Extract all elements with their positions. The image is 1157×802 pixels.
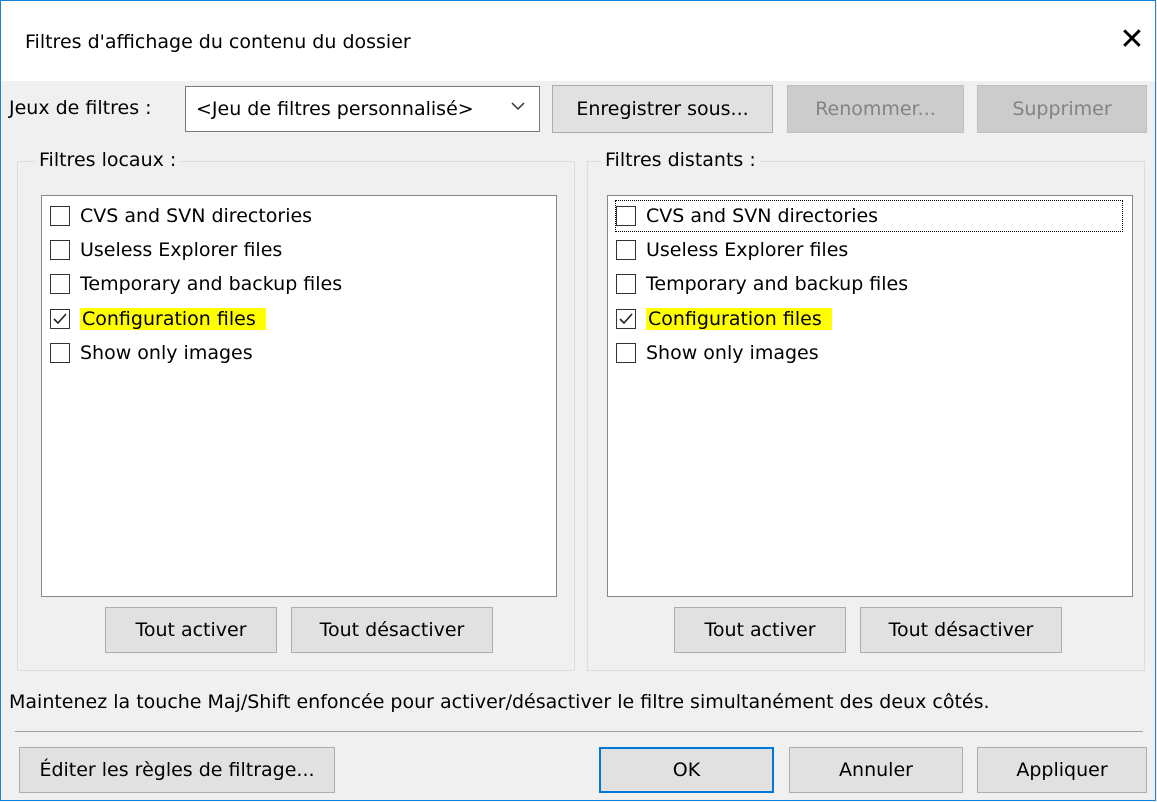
title-bar: Filtres d'affichage du contenu du dossie… (1, 1, 1155, 81)
checkbox-checked[interactable] (50, 309, 70, 329)
local-filters-legend: Filtres locaux : (35, 149, 181, 171)
ok-button[interactable]: OK (599, 747, 774, 793)
filter-sets-selected-value: <Jeu de filtres personnalisé> (196, 98, 474, 120)
local-disable-all-button[interactable]: Tout désactiver (291, 607, 493, 653)
local-filter-item-configuration[interactable]: Configuration files (50, 304, 266, 334)
local-filter-item-useless-explorer[interactable]: Useless Explorer files (50, 235, 282, 265)
checkbox-checked[interactable] (616, 309, 636, 329)
chevron-down-icon (511, 102, 525, 111)
filter-label: CVS and SVN directories (80, 205, 313, 227)
remote-enable-all-button[interactable]: Tout activer (674, 607, 846, 653)
checkbox[interactable] (616, 343, 636, 363)
local-filters-list[interactable]: CVS and SVN directories Useless Explorer… (41, 195, 557, 597)
filter-label: Useless Explorer files (646, 239, 849, 261)
remote-filter-item-useless-explorer[interactable]: Useless Explorer files (616, 235, 848, 265)
cancel-button[interactable]: Annuler (789, 747, 963, 793)
local-filter-item-cvs-svn[interactable]: CVS and SVN directories (50, 201, 312, 231)
filter-label-highlighted: Configuration files (80, 308, 266, 330)
remote-disable-all-button[interactable]: Tout désactiver (860, 607, 1062, 653)
filter-label: Temporary and backup files (80, 273, 343, 295)
checkmark-icon (53, 313, 67, 325)
filter-label: CVS and SVN directories (646, 205, 879, 227)
close-icon[interactable]: ✕ (1115, 23, 1149, 57)
edit-filter-rules-button[interactable]: Éditer les règles de filtrage... (19, 747, 335, 793)
local-enable-all-button[interactable]: Tout activer (105, 607, 277, 653)
remote-filter-item-configuration[interactable]: Configuration files (616, 304, 832, 334)
filter-label: Useless Explorer files (80, 239, 283, 261)
filter-sets-select[interactable]: <Jeu de filtres personnalisé> (185, 86, 540, 132)
checkmark-icon (619, 313, 633, 325)
save-as-button[interactable]: Enregistrer sous... (552, 85, 773, 133)
filter-label: Show only images (646, 342, 819, 364)
apply-button[interactable]: Appliquer (977, 747, 1147, 793)
checkbox[interactable] (50, 343, 70, 363)
checkbox[interactable] (50, 206, 70, 226)
local-filter-item-images[interactable]: Show only images (50, 338, 253, 368)
checkbox[interactable] (50, 240, 70, 260)
remote-filter-item-cvs-svn[interactable]: CVS and SVN directories (615, 200, 1123, 232)
remote-filters-list[interactable]: CVS and SVN directories Useless Explorer… (607, 195, 1133, 597)
delete-button[interactable]: Supprimer (977, 85, 1147, 133)
filter-sets-label: Jeux de filtres : (9, 97, 152, 119)
footer-separator (15, 731, 1143, 732)
checkbox[interactable] (616, 206, 636, 226)
remote-filter-item-images[interactable]: Show only images (616, 338, 819, 368)
remote-filter-item-temporary-backup[interactable]: Temporary and backup files (616, 269, 908, 299)
rename-button[interactable]: Renommer... (787, 85, 964, 133)
checkbox[interactable] (616, 274, 636, 294)
checkbox[interactable] (50, 274, 70, 294)
dialog-title: Filtres d'affichage du contenu du dossie… (25, 31, 411, 53)
filter-label: Temporary and backup files (646, 273, 909, 295)
local-filter-item-temporary-backup[interactable]: Temporary and backup files (50, 269, 342, 299)
filter-label: Show only images (80, 342, 253, 364)
checkbox[interactable] (616, 240, 636, 260)
filter-label-highlighted: Configuration files (646, 308, 832, 330)
remote-filters-legend: Filtres distants : (601, 149, 760, 171)
shift-hint-text: Maintenez la touche Maj/Shift enfoncée p… (9, 691, 990, 713)
dialog-window: Filtres d'affichage du contenu du dossie… (0, 0, 1156, 801)
